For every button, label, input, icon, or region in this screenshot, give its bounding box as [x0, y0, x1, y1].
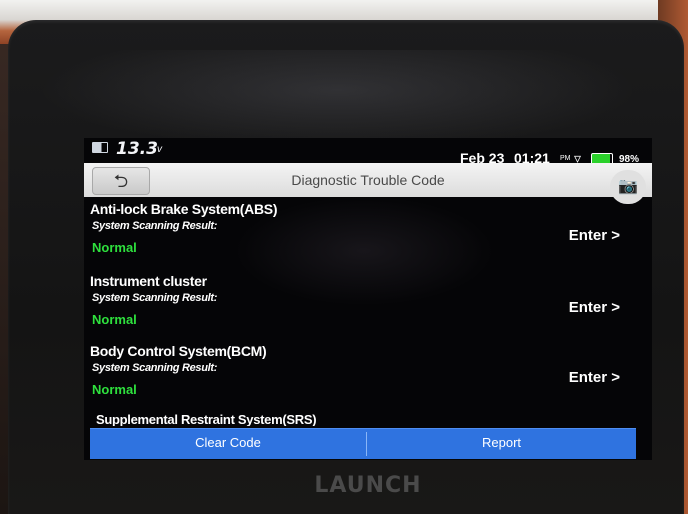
enter-button[interactable]: Enter > [569, 299, 620, 316]
scan-result-label: System Scanning Result: [92, 292, 218, 304]
list-item[interactable]: Body Control System(BCM) System Scanning… [84, 342, 652, 414]
status-badge: Normal [92, 240, 137, 255]
title-bar: Diagnostic Trouble Code ⮌ 📷 [84, 163, 652, 204]
status-badge: Normal [92, 312, 137, 327]
voltage-unit: v [157, 144, 162, 155]
scan-tool-device: 13.3 v Feb 23 01:21 PM ▿ 98% Diagnostic … [8, 20, 684, 514]
system-name: Body Control System(BCM) [90, 343, 267, 359]
system-name: Anti-lock Brake System(ABS) [90, 201, 278, 217]
back-arrow-icon: ⮌ [113, 171, 129, 191]
scan-result-list: Anti-lock Brake System(ABS) System Scann… [84, 200, 652, 426]
enter-button[interactable]: Enter > [569, 227, 620, 244]
partial-list-item[interactable]: Supplemental Restraint System(SRS) [96, 412, 317, 426]
battery-voltage: 13.3 [116, 139, 158, 159]
back-button[interactable]: ⮌ [92, 167, 150, 195]
action-bar: Clear Code Report [90, 428, 636, 459]
status-badge: Normal [92, 382, 137, 397]
system-name: Instrument cluster [90, 273, 207, 289]
list-item[interactable]: Anti-lock Brake System(ABS) System Scann… [84, 200, 652, 272]
screenshot-button[interactable]: 📷 [610, 170, 646, 204]
device-brand-logo: LAUNCH [314, 473, 422, 498]
camera-icon: 📷 [618, 178, 638, 195]
scan-result-label: System Scanning Result: [92, 220, 218, 232]
photo-background: 13.3 v Feb 23 01:21 PM ▿ 98% Diagnostic … [0, 0, 688, 514]
enter-button[interactable]: Enter > [569, 369, 620, 386]
status-bar: 13.3 v Feb 23 01:21 PM ▿ 98% [84, 138, 652, 166]
clear-code-button[interactable]: Clear Code [90, 429, 366, 459]
page-title: Diagnostic Trouble Code [291, 172, 445, 188]
scan-result-label: System Scanning Result: [92, 362, 218, 374]
car-battery-icon [92, 142, 108, 153]
device-screen: 13.3 v Feb 23 01:21 PM ▿ 98% Diagnostic … [84, 138, 652, 460]
bezel-reflection [38, 50, 638, 150]
status-ampm: PM [560, 155, 571, 162]
report-button[interactable]: Report [367, 429, 636, 459]
list-item[interactable]: Instrument cluster System Scanning Resul… [84, 272, 652, 344]
